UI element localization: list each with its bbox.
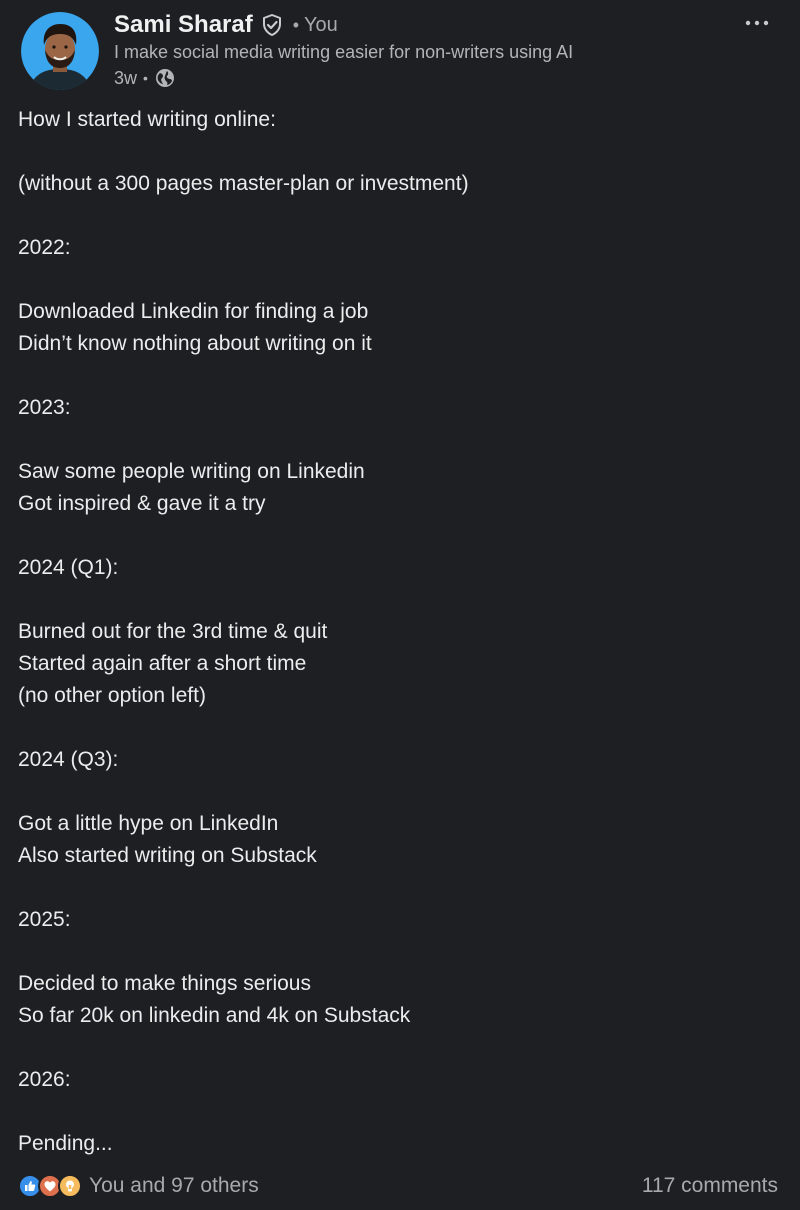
post-line: So far 20k on linkedin and 4k on Substac… <box>18 1004 411 1027</box>
verified-shield-icon[interactable] <box>259 12 285 38</box>
post-line <box>18 264 778 296</box>
post-line <box>18 424 778 456</box>
post-line: 2026: <box>18 1068 71 1091</box>
linkedin-post: Sami Sharaf • You I make social media wr… <box>0 0 800 1210</box>
globe-icon[interactable] <box>154 67 176 89</box>
relation-label: You <box>304 13 338 36</box>
reactions-summary[interactable]: You and 97 others <box>18 1170 259 1202</box>
author-line: Sami Sharaf • You <box>114 8 338 42</box>
post-line: Also started writing on Substack <box>18 844 317 867</box>
post-line <box>18 1032 778 1064</box>
post-body: How I started writing online: (without a… <box>18 104 778 1160</box>
post-line <box>18 936 778 968</box>
post-line: Pending... <box>18 1132 113 1155</box>
post-line: How I started writing online: <box>18 108 276 131</box>
post-line: 2024 (Q1): <box>18 556 119 579</box>
comments-count-link[interactable]: 117 comments <box>642 1170 778 1202</box>
post-line: Got inspired & gave it a try <box>18 492 266 515</box>
post-line: Saw some people writing on Linkedin <box>18 460 365 483</box>
post-line <box>18 872 778 904</box>
insightful-icon <box>58 1174 82 1198</box>
post-line: 2022: <box>18 236 71 259</box>
more-options-icon[interactable] <box>742 8 772 38</box>
post-line <box>18 584 778 616</box>
post-line: Got a little hype on LinkedIn <box>18 812 279 835</box>
post-age: 3w <box>114 67 138 88</box>
post-line: 2024 (Q3): <box>18 748 119 771</box>
post-line <box>18 776 778 808</box>
reaction-icons <box>18 1172 82 1200</box>
reactions-count-text[interactable]: You and 97 others <box>89 1174 259 1198</box>
post-meta: 3w • <box>114 66 176 90</box>
post-line: Decided to make things serious <box>18 972 311 995</box>
post-line: Burned out for the 3rd time & quit <box>18 620 328 643</box>
post-line: (no other option left) <box>18 684 206 707</box>
author-name[interactable]: Sami Sharaf <box>114 11 253 39</box>
post-line <box>18 1096 778 1128</box>
post-line <box>18 520 778 552</box>
author-headline: I make social media writing easier for n… <box>114 42 574 62</box>
author-avatar[interactable] <box>21 12 99 90</box>
post-line <box>18 200 778 232</box>
post-line: (without a 300 pages master-plan or inve… <box>18 172 469 195</box>
separator-dot: • <box>292 14 300 35</box>
post-line: Started again after a short time <box>18 652 307 675</box>
post-line: Downloaded Linkedin for finding a job <box>18 300 369 323</box>
post-line: 2023: <box>18 396 71 419</box>
post-line <box>18 136 778 168</box>
post-line: 2025: <box>18 908 71 931</box>
post-line <box>18 712 778 744</box>
separator-dot: • <box>143 70 148 86</box>
post-line: Didn’t know nothing about writing on it <box>18 332 372 355</box>
post-line <box>18 360 778 392</box>
